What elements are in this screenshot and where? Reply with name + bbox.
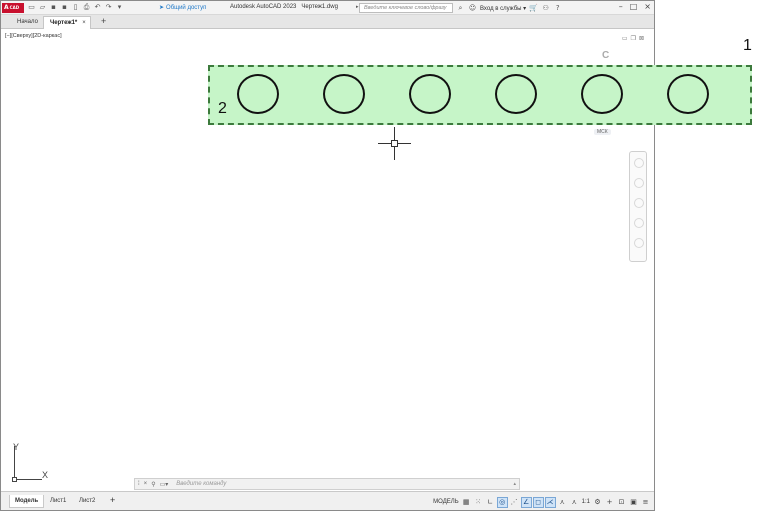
viewport-controls-label[interactable]: [−][Сверху][2D-каркас] (5, 33, 62, 39)
navigation-bar (629, 151, 647, 262)
ucs-origin (12, 477, 17, 482)
pan-icon[interactable] (634, 178, 644, 188)
circle-1[interactable] (237, 74, 279, 114)
annotation-monitor-icon[interactable]: + (605, 498, 614, 507)
minimize-icon[interactable]: – (619, 2, 623, 11)
viewcube[interactable]: С (602, 50, 609, 61)
orbit-icon[interactable] (634, 218, 644, 228)
file-tab-bar: Начало Чертеж1* × + (1, 15, 654, 29)
polar-tracking-icon[interactable]: ◎ (496, 496, 508, 508)
ortho-icon[interactable]: ∟ (486, 498, 495, 507)
quick-access-toolbar: ▭ ▱ ▪ ▪ ▯ ⎙ ↶ ↷ ▾ (27, 3, 124, 13)
ucs-menu[interactable]: МСК (594, 129, 611, 135)
annotation-visibility-icon[interactable]: ⋌ (544, 496, 556, 508)
viewport-window-controls: ▭ ❐ ⊠ (622, 35, 644, 42)
viewport-close-icon[interactable]: ⊠ (639, 35, 644, 42)
window-controls: – □ × (619, 2, 651, 11)
auto-scale-icon[interactable]: ⋏ (558, 498, 567, 507)
cmd-history-icon[interactable]: ▴ (513, 481, 516, 487)
snap-icon[interactable]: ⁙ (474, 498, 483, 507)
status-tools: МОДЕЛЬ ▦ ⁙ ∟ ◎ ⋰ ∠ ◻ ⋌ ⋏ ⋏ 1:1 ⚙ + ⊡ ▣ ≡ (433, 496, 650, 508)
cmd-close-icon[interactable]: × (144, 481, 148, 487)
ucs-x-label: X (42, 470, 49, 480)
web-mobile-icon[interactable]: ▯ (71, 3, 80, 12)
circle-5[interactable] (581, 74, 623, 114)
user-icon[interactable]: ☺ (468, 4, 477, 13)
showmotion-icon[interactable] (634, 238, 644, 248)
isometric-icon[interactable]: ⋰ (510, 498, 519, 507)
cart-icon[interactable]: 🛒 (529, 4, 538, 13)
steering-wheel-icon[interactable] (634, 158, 644, 168)
redo-icon[interactable]: ↷ (104, 3, 113, 12)
object-snap-tracking-icon[interactable]: ∠ (520, 496, 532, 508)
viewport-restore-icon[interactable]: ❐ (631, 35, 636, 42)
model-space-toggle[interactable]: МОДЕЛЬ (433, 499, 458, 505)
clean-screen-icon[interactable]: ▣ (629, 498, 638, 507)
title-right-tools: ⌕ ☺ Вход в службы ▾ 🛒 ⚇ ? (456, 3, 562, 13)
layout-tab-sheet1[interactable]: Лист1 (45, 495, 71, 508)
open-file-icon[interactable]: ▱ (38, 3, 47, 12)
tab-drawing1[interactable]: Чертеж1* × (43, 16, 91, 29)
command-line: ⁞ × ⚲ ▭▾ Введите команду ▴ (134, 478, 520, 490)
maximize-icon[interactable]: □ (630, 2, 638, 11)
add-layout-button[interactable]: + (105, 495, 120, 508)
undo-icon[interactable]: ↶ (93, 3, 102, 12)
units-icon[interactable]: ⊡ (617, 498, 626, 507)
customize-qat-icon[interactable]: ▾ (115, 3, 124, 12)
crosshair-pickbox (391, 140, 398, 147)
share-button[interactable]: ➤ Общий доступ (159, 4, 206, 11)
title-bar: ACAD ▭ ▱ ▪ ▪ ▯ ⎙ ↶ ↷ ▾ ➤ Общий доступ Aut… (1, 1, 654, 15)
save-as-icon[interactable]: ▪ (60, 3, 69, 12)
circle-6[interactable] (667, 74, 709, 114)
search-input[interactable]: Введите ключевое слово/фразу (359, 3, 453, 13)
workspace-gear-icon[interactable]: ⚙ (593, 498, 602, 507)
grid-icon[interactable]: ▦ (462, 498, 471, 507)
new-tab-button[interactable]: + (95, 16, 112, 29)
help-icon[interactable]: ? (553, 4, 562, 13)
zoom-icon[interactable] (634, 198, 644, 208)
command-input[interactable]: Введите команду (176, 481, 226, 487)
scale-dropdown[interactable]: 1:1 (582, 499, 590, 505)
circle-2[interactable] (323, 74, 365, 114)
cmd-grip-icon[interactable]: ⁞ (138, 481, 140, 487)
save-icon[interactable]: ▪ (49, 3, 58, 12)
cmd-recent-icon[interactable]: ▭▾ (160, 481, 169, 488)
circle-3[interactable] (409, 74, 451, 114)
customization-menu-icon[interactable]: ≡ (641, 498, 650, 507)
print-icon[interactable]: ⎙ (82, 3, 91, 12)
search-icon[interactable]: ⌕ (456, 4, 465, 13)
paper-plane-icon: ➤ (159, 5, 165, 11)
layout-tab-sheet2[interactable]: Лист2 (74, 495, 100, 508)
annotation-scale-icon[interactable]: ⋏ (570, 498, 579, 507)
layout-tab-model[interactable]: Модель (9, 495, 45, 508)
annotation-label-2: 2 (218, 100, 227, 117)
status-bar: Модель Лист1 Лист2 + МОДЕЛЬ ▦ ⁙ ∟ ◎ ⋰ ∠ … (1, 491, 654, 510)
close-icon[interactable]: × (644, 2, 651, 11)
tab-start[interactable]: Начало (11, 16, 44, 29)
annotation-label-1: 1 (743, 37, 752, 54)
object-snap-icon[interactable]: ◻ (532, 496, 544, 508)
ucs-x-axis (14, 479, 42, 480)
circle-4[interactable] (495, 74, 537, 114)
signin-button[interactable]: Вход в службы ▾ (480, 5, 526, 12)
window-title: Autodesk AutoCAD 2023 Чертеж1.dwg (230, 4, 338, 10)
tab-close-icon[interactable]: × (82, 20, 86, 26)
cmd-customize-icon[interactable]: ⚲ (151, 481, 155, 488)
app-logo[interactable]: ACAD (2, 3, 24, 13)
viewport-minimize-icon[interactable]: ▭ (622, 35, 628, 42)
ucs-y-label: Y (13, 442, 20, 452)
new-file-icon[interactable]: ▭ (27, 3, 36, 12)
connect-icon[interactable]: ⚇ (541, 4, 550, 13)
